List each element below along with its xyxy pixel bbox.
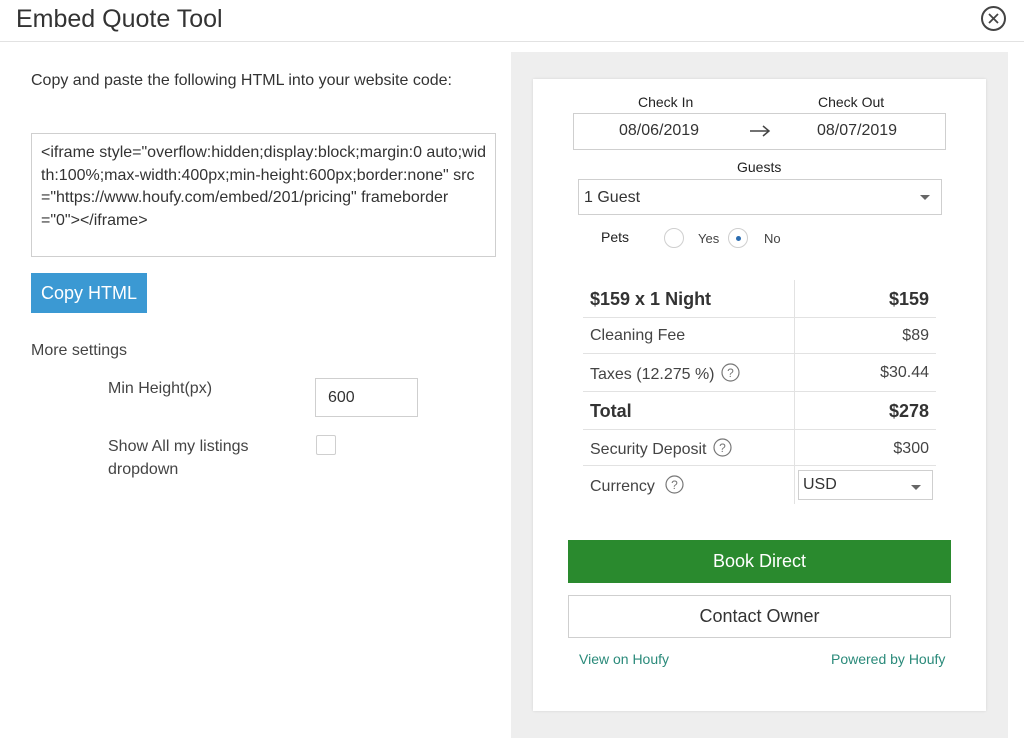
- price-row-taxes: Taxes (12.275 %)? $30.44: [583, 354, 936, 392]
- dialog-title: Embed Quote Tool: [16, 5, 223, 33]
- embed-code-box[interactable]: <iframe style="overflow:hidden;display:b…: [31, 133, 496, 257]
- price-value: $300: [893, 440, 929, 457]
- chevron-down-icon: [911, 485, 921, 490]
- dialog-header: Embed Quote Tool: [0, 0, 1024, 42]
- price-value: $159: [888, 289, 929, 309]
- price-label-wrap: Security Deposit?: [590, 438, 732, 459]
- svg-text:?: ?: [671, 478, 678, 492]
- pets-label: Pets: [601, 229, 630, 245]
- book-direct-button[interactable]: Book Direct: [568, 540, 951, 583]
- help-icon[interactable]: ?: [712, 438, 732, 457]
- powered-by-houfy-link[interactable]: Powered by Houfy: [831, 651, 945, 667]
- contact-owner-button[interactable]: Contact Owner: [568, 595, 951, 638]
- help-icon[interactable]: ?: [665, 475, 684, 494]
- pets-no-label: No: [764, 231, 781, 246]
- pets-yes-radio[interactable]: [664, 228, 684, 248]
- svg-text:?: ?: [727, 366, 734, 380]
- more-settings-heading: More settings: [31, 342, 128, 359]
- price-row-total: Total $278: [583, 392, 936, 430]
- radio-selected-dot: [736, 236, 741, 241]
- currency-value: USD: [803, 476, 837, 493]
- price-label: Total: [590, 401, 632, 421]
- price-value: $278: [888, 401, 929, 421]
- price-row-nightly: $159 x 1 Night $159: [583, 280, 936, 318]
- price-label: Cleaning Fee: [590, 327, 686, 344]
- check-in-date[interactable]: 08/06/2019: [619, 122, 699, 140]
- arrow-right-icon: [750, 125, 771, 137]
- show-listings-checkbox[interactable]: [316, 435, 336, 455]
- price-row-deposit: Security Deposit? $300: [583, 430, 936, 466]
- embed-instructions: Copy and paste the following HTML into y…: [31, 72, 452, 89]
- price-value: $89: [902, 327, 929, 344]
- close-icon: [988, 13, 999, 24]
- help-icon[interactable]: ?: [720, 363, 740, 382]
- currency-label-wrap: Currency?: [590, 475, 684, 496]
- price-label-wrap: Taxes (12.275 %)?: [590, 363, 740, 384]
- min-height-input[interactable]: [315, 378, 418, 417]
- price-label: Taxes (12.275 %): [590, 366, 715, 383]
- guests-label: Guests: [737, 159, 782, 175]
- pets-yes-label: Yes: [698, 231, 720, 246]
- check-out-date[interactable]: 08/07/2019: [817, 122, 897, 140]
- check-in-label: Check In: [638, 94, 694, 110]
- price-value: $30.44: [880, 364, 929, 381]
- currency-label: Currency: [590, 478, 655, 495]
- chevron-down-icon: [920, 195, 930, 200]
- price-row-cleaning: Cleaning Fee $89: [583, 318, 936, 354]
- pets-no-radio[interactable]: [728, 228, 748, 248]
- show-listings-label: Show All my listings dropdown: [108, 438, 249, 478]
- svg-text:?: ?: [719, 441, 726, 455]
- min-height-label: Min Height(px): [108, 380, 213, 397]
- price-label: $159 x 1 Night: [590, 289, 712, 309]
- price-label: Security Deposit: [590, 441, 707, 458]
- close-button[interactable]: [981, 6, 1006, 31]
- guests-value: 1 Guest: [584, 189, 641, 206]
- check-out-label: Check Out: [818, 94, 885, 110]
- view-on-houfy-link[interactable]: View on Houfy: [579, 651, 669, 667]
- copy-html-button[interactable]: Copy HTML: [31, 273, 147, 313]
